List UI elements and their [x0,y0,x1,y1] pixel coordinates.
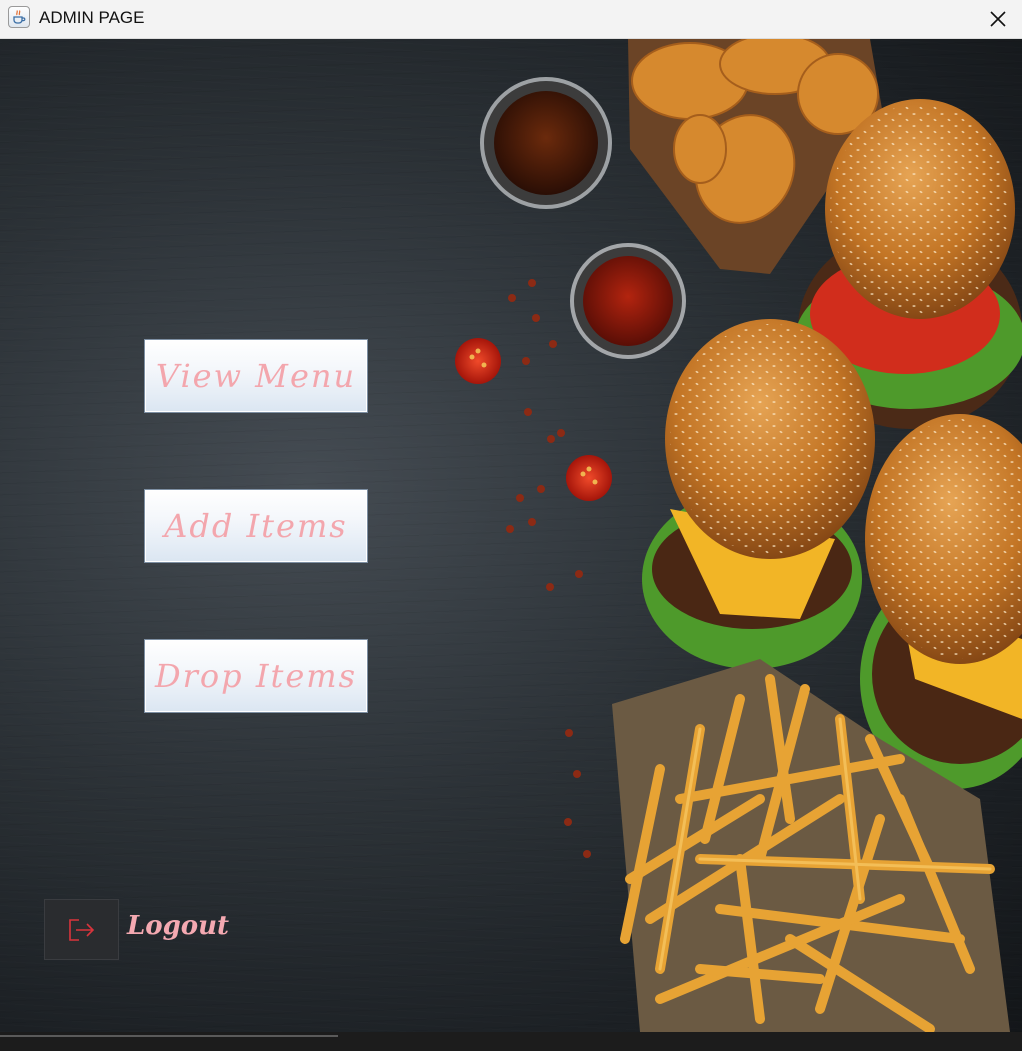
taskbar-indicator [0,1035,338,1037]
title-bar: ADMIN PAGE [0,0,1022,39]
window-title: ADMIN PAGE [39,8,145,27]
drop-items-button[interactable]: Drop Items [144,639,368,713]
taskbar-strip [0,1032,1022,1051]
logout-button[interactable] [44,899,119,960]
logout-icon [68,918,94,941]
view-menu-button[interactable]: View Menu [144,339,368,413]
java-cup-icon [8,6,30,28]
close-button[interactable] [974,0,1022,38]
add-items-button[interactable]: Add Items [144,489,368,563]
logout-label[interactable]: Logout [127,911,229,941]
close-icon [990,11,1006,27]
main-panel: View Menu Add Items Drop Items Logout [0,39,1022,1032]
